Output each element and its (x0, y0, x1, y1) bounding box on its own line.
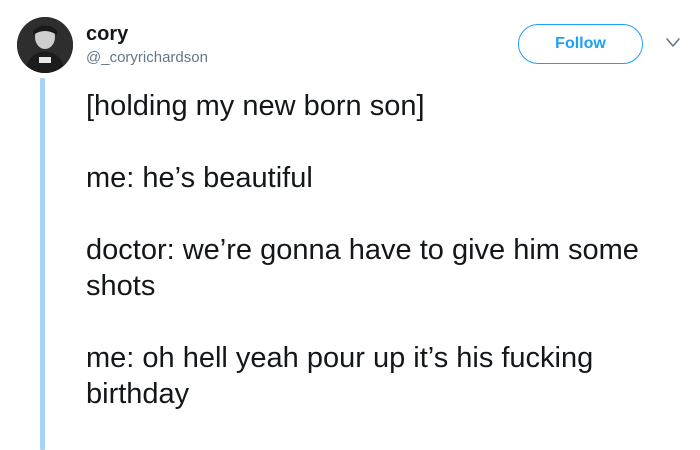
thread-line (40, 78, 45, 450)
tweet-text: [holding my new born son] me: he’s beaut… (86, 88, 686, 448)
user-avatar-icon (17, 17, 73, 73)
tweet-paragraph: me: he’s beautiful (86, 162, 313, 194)
tweet-card: cory @_coryrichardson Follow [holding my… (0, 0, 700, 450)
more-options-caret[interactable] (664, 36, 682, 50)
display-name[interactable]: cory (86, 22, 128, 46)
tweet-paragraph: [holding my new born son] (86, 90, 425, 122)
avatar[interactable] (17, 17, 73, 73)
follow-button[interactable]: Follow (518, 24, 643, 64)
tweet-paragraph: doctor: we’re gonna have to give him som… (86, 234, 647, 302)
user-handle[interactable]: @_coryrichardson (86, 49, 208, 67)
tweet-paragraph: me: oh hell yeah pour up it’s his fuckin… (86, 342, 602, 410)
chevron-down-icon (666, 38, 680, 47)
